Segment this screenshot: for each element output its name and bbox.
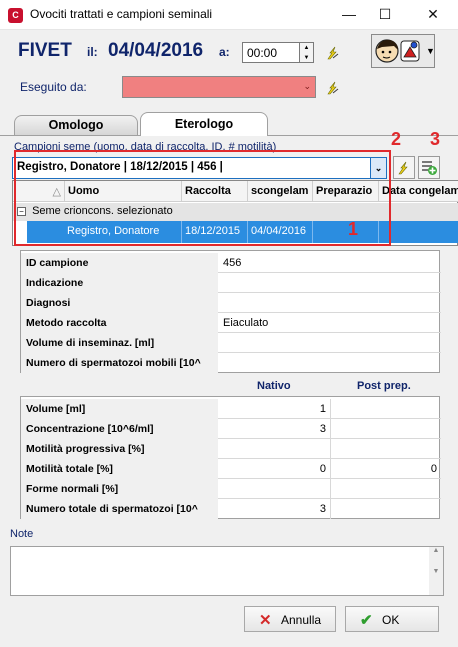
details-label: Volume di inseminaz. [ml] <box>21 333 218 353</box>
params-row[interactable]: Forme normali [%] <box>21 479 441 499</box>
eseguito-select[interactable]: ⌄ <box>122 76 316 98</box>
add-sample-button[interactable] <box>418 156 440 179</box>
maximize-button[interactable]: ☐ <box>374 4 396 24</box>
params-row[interactable]: Volume [ml] 1 <box>21 399 441 419</box>
nativo-value[interactable]: 1 <box>219 399 331 419</box>
staff-avatar-button[interactable]: ▼ <box>371 34 435 68</box>
details-label: Diagnosi <box>21 293 218 313</box>
chevron-down-icon: ⌄ <box>303 81 311 91</box>
params-row[interactable]: Numero totale di spermatozoi [10^ 3 <box>21 499 441 519</box>
close-button[interactable]: ✕ <box>422 4 444 24</box>
quick-fill-button[interactable] <box>393 156 415 179</box>
details-label: Indicazione <box>21 273 218 293</box>
sample-details-grid: ID campione 456 Indicazione Diagnosi Met… <box>20 250 441 373</box>
params-label: Concentrazione [10^6/ml] <box>21 419 218 439</box>
params-label: Volume [ml] <box>21 399 218 419</box>
tab-omologo[interactable]: Omologo <box>14 115 138 135</box>
time-label: a: <box>219 45 230 59</box>
post-prep-value[interactable] <box>332 499 441 519</box>
checkmark-icon: ✔ <box>360 612 373 629</box>
params-row[interactable]: Concentrazione [10^6/ml] 3 <box>21 419 441 439</box>
add-list-icon <box>422 161 437 175</box>
note-scrollbar[interactable]: ▲ ▼ <box>429 547 443 595</box>
app-icon: C <box>8 8 23 23</box>
details-row[interactable]: Volume di inseminaz. [ml] <box>21 333 441 353</box>
eseguito-label: Eseguito da: <box>20 80 87 94</box>
cancel-label: Annulla <box>281 613 322 627</box>
cancel-icon: ✕ <box>259 612 272 629</box>
note-textarea[interactable]: ▲ ▼ <box>10 546 444 596</box>
lightning-icon <box>398 161 408 175</box>
details-label: Metodo raccolta <box>21 313 218 333</box>
post-prep-value[interactable] <box>332 399 441 419</box>
annotation-3: 3 <box>430 129 441 149</box>
ok-label: OK <box>382 613 400 627</box>
details-label: Numero di spermatozoi mobili [10^ <box>21 353 218 373</box>
annotation-2: 2 <box>391 129 402 149</box>
details-row[interactable]: Metodo raccolta Eiaculato <box>21 313 441 333</box>
time-spinner[interactable]: ▲ ▼ <box>300 42 314 63</box>
doctor-avatar-icon <box>375 39 420 63</box>
post-prep-value[interactable] <box>332 439 441 459</box>
params-row[interactable]: Motilità totale [%] 0 0 <box>21 459 441 479</box>
ok-button[interactable]: ✔ OK <box>345 606 439 632</box>
window-title: Ovociti trattati e campioni seminali <box>30 7 213 21</box>
details-value[interactable] <box>219 273 441 293</box>
nativo-value[interactable] <box>219 479 331 499</box>
column-post-prep: Post prep. <box>357 380 411 392</box>
annotation-highlight-box <box>14 150 391 246</box>
cancel-button[interactable]: ✕ Annulla <box>244 606 336 632</box>
post-prep-value[interactable] <box>332 479 441 499</box>
procedure-date[interactable]: 04/04/2016 <box>108 40 203 62</box>
params-label: Motilità progressiva [%] <box>21 439 218 459</box>
details-value[interactable]: Eiaculato <box>219 313 441 333</box>
details-value[interactable]: 456 <box>219 253 441 273</box>
details-row[interactable]: Indicazione <box>21 273 441 293</box>
nativo-value[interactable] <box>219 439 331 459</box>
params-row[interactable]: Motilità progressiva [%] <box>21 439 441 459</box>
date-label: il: <box>87 45 98 59</box>
time-input[interactable]: 00:00 <box>242 42 300 63</box>
details-label: ID campione <box>21 253 218 273</box>
annotation-1: 1 <box>348 219 359 239</box>
chevron-down-icon: ▼ <box>426 46 435 56</box>
details-row[interactable]: Diagnosi <box>21 293 441 313</box>
details-row[interactable]: Numero di spermatozoi mobili [10^ <box>21 353 441 373</box>
nativo-value[interactable]: 0 <box>219 459 331 479</box>
nativo-value[interactable]: 3 <box>219 419 331 439</box>
params-label: Numero totale di spermatozoi [10^ <box>21 499 218 519</box>
params-label: Forme normali [%] <box>21 479 218 499</box>
details-value[interactable] <box>219 293 441 313</box>
details-value[interactable] <box>219 353 441 373</box>
title-bar: C Ovociti trattati e campioni seminali —… <box>0 0 458 30</box>
minimize-button[interactable]: — <box>338 4 360 24</box>
lightning-icon[interactable] <box>326 80 340 96</box>
nativo-value[interactable]: 3 <box>219 499 331 519</box>
details-value[interactable] <box>219 333 441 353</box>
note-label: Note <box>10 528 34 540</box>
lightning-icon[interactable] <box>326 45 340 61</box>
program-label: FIVET <box>18 40 72 61</box>
tab-eterologo[interactable]: Eterologo <box>140 112 268 136</box>
semen-parameters-grid: Volume [ml] 1 Concentrazione [10^6/ml] 3… <box>20 396 441 519</box>
post-prep-value[interactable] <box>332 419 441 439</box>
column-nativo: Nativo <box>257 380 291 392</box>
details-row[interactable]: ID campione 456 <box>21 253 441 273</box>
post-prep-value[interactable]: 0 <box>332 459 441 479</box>
params-label: Motilità totale [%] <box>21 459 218 479</box>
